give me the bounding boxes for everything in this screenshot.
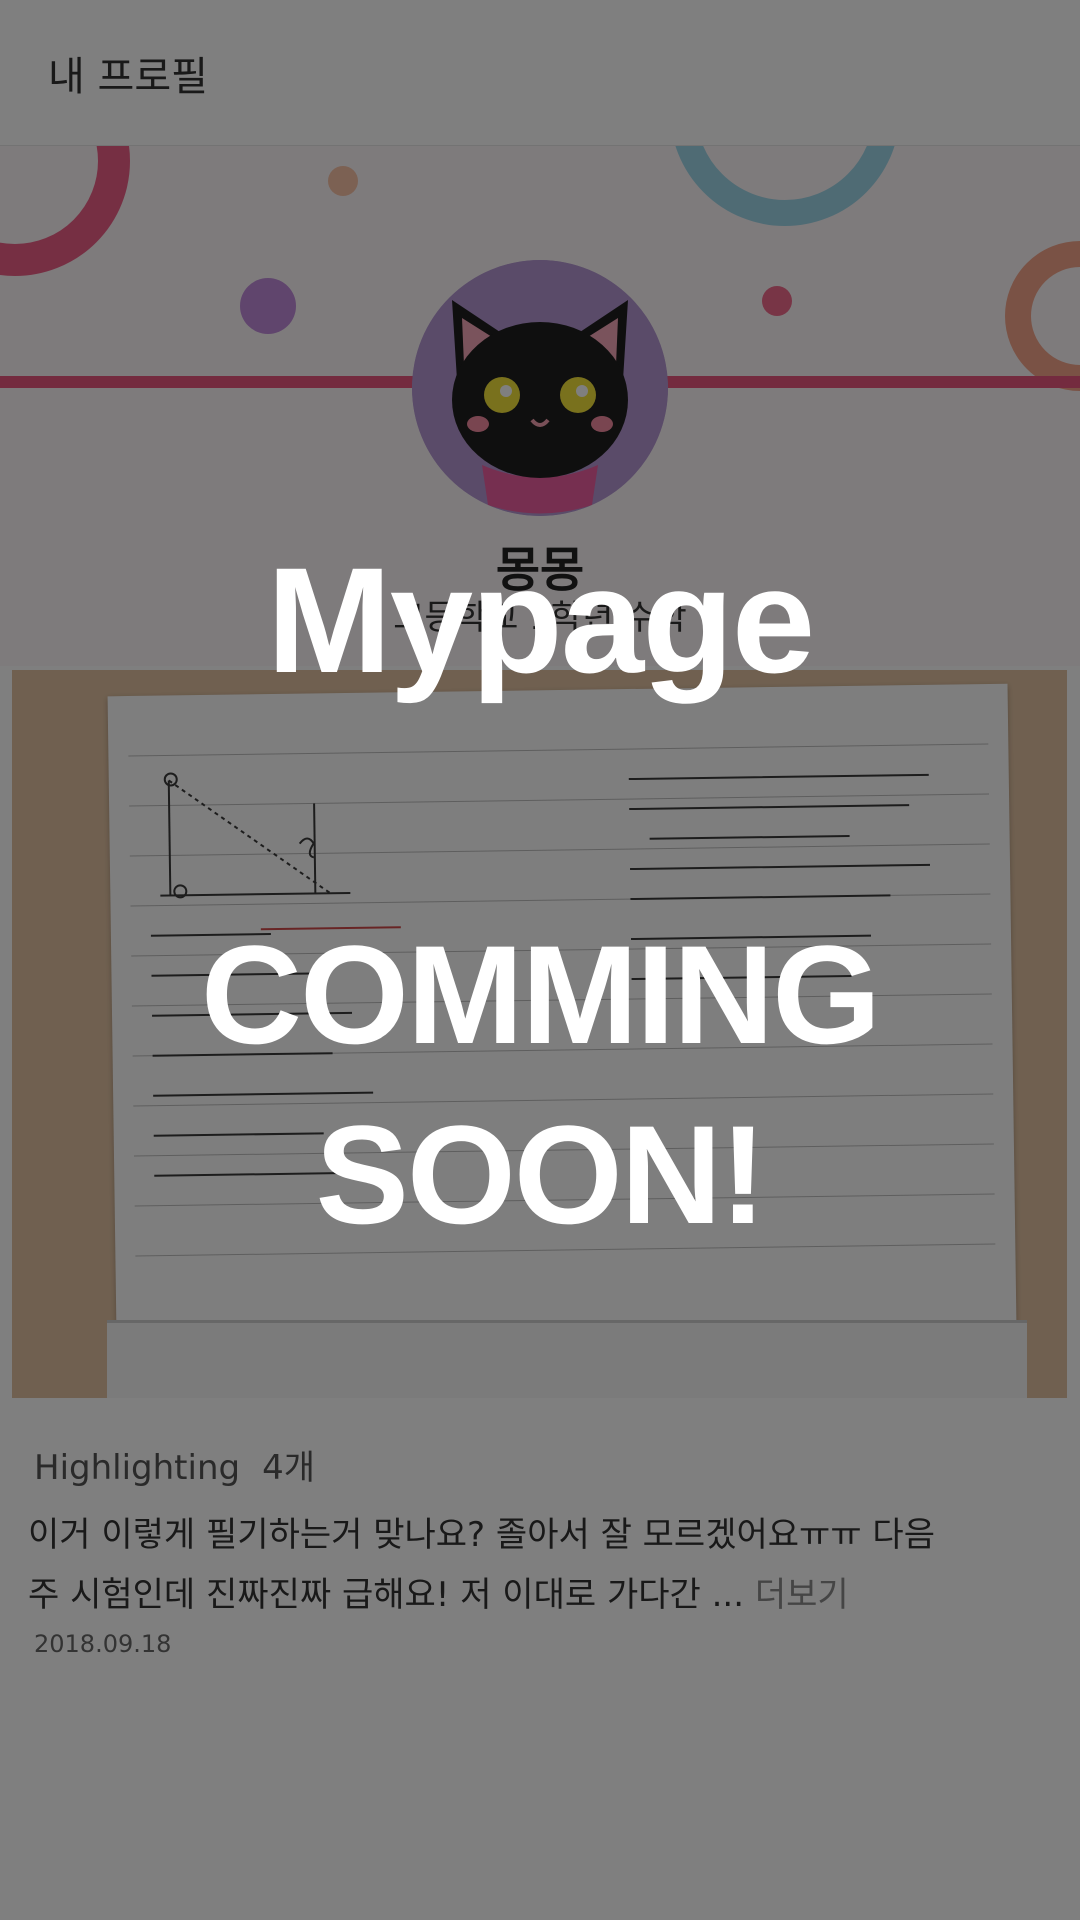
overlay-message: COMMING SOON!	[0, 905, 1080, 1265]
overlay-line-1: COMMING	[200, 916, 881, 1073]
overlay-title: Mypage	[266, 536, 815, 704]
coming-soon-overlay[interactable]: Mypage COMMING SOON!	[0, 0, 1080, 1920]
overlay-line-2: SOON!	[315, 1096, 767, 1253]
